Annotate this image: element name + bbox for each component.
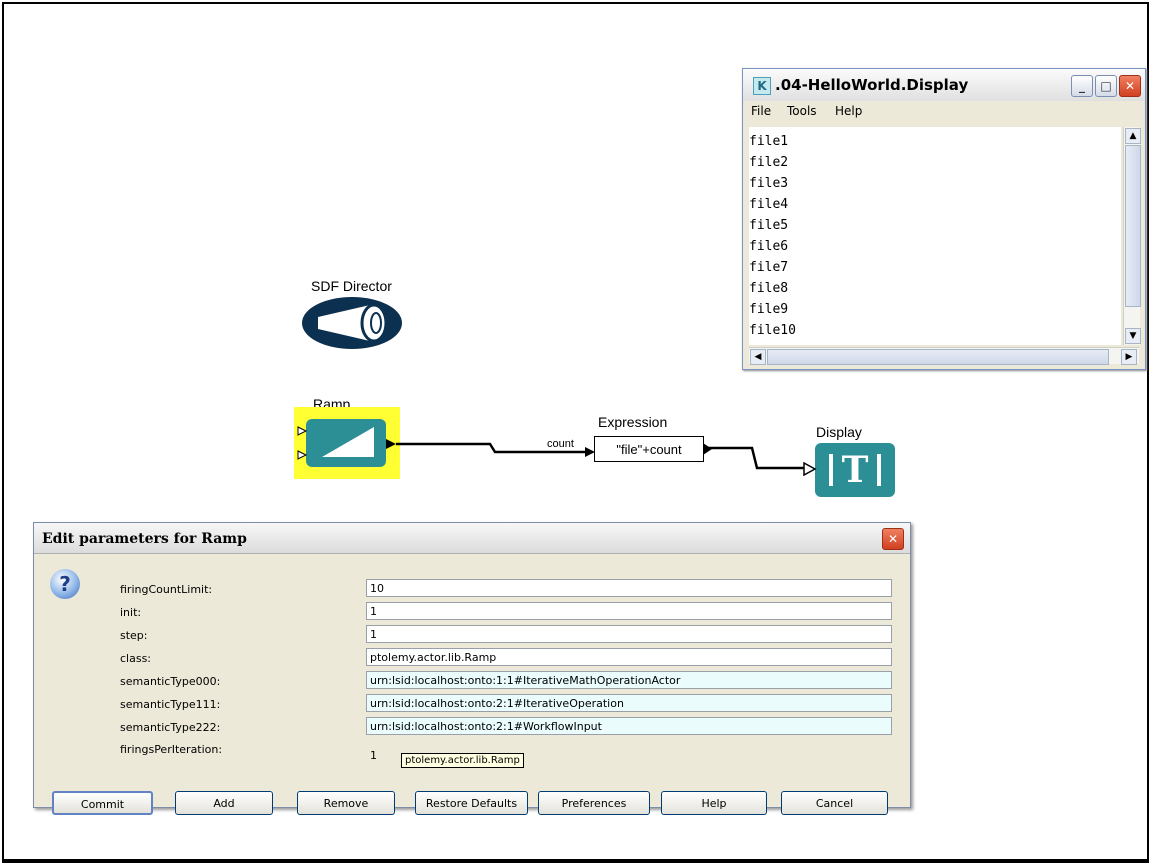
display-input-port[interactable]: [803, 462, 817, 476]
scroll-right-icon[interactable]: ▶: [1121, 349, 1137, 365]
close-button[interactable]: ✕: [1119, 75, 1141, 97]
dialog-titlebar[interactable]: Edit parameters for Ramp ✕: [34, 523, 910, 554]
output-line: file1: [749, 134, 789, 149]
output-line: file9: [749, 302, 789, 317]
output-line: file5: [749, 218, 789, 233]
expression-label: Expression: [598, 414, 668, 430]
cancel-button[interactable]: Cancel: [781, 791, 888, 815]
display-t-icon: T: [841, 449, 869, 491]
horizontal-scrollbar[interactable]: ◀ ▶: [749, 347, 1139, 365]
display-window[interactable]: K .04-HelloWorld.Display _ □ ✕ File Tool…: [742, 68, 1146, 370]
vertical-scroll-thumb[interactable]: [1125, 145, 1141, 307]
param-label-firingsperiteration: firingsPerIteration:: [120, 743, 223, 756]
horizontal-scroll-thumb[interactable]: [767, 349, 1109, 365]
output-line: file3: [749, 176, 789, 191]
display-bar-left: [829, 454, 833, 486]
kepler-logo-icon: K: [753, 77, 771, 95]
semantictype000-field[interactable]: urn:lsid:localhost:onto:1:1#IterativeMat…: [366, 671, 892, 689]
param-label-init: init:: [120, 606, 142, 619]
question-icon: ?: [50, 569, 80, 599]
output-line: file10: [749, 323, 796, 338]
help-button[interactable]: Help: [661, 791, 767, 815]
maximize-button[interactable]: □: [1095, 75, 1117, 97]
param-label-semantictype000: semanticType000:: [120, 675, 221, 688]
menu-help[interactable]: Help: [835, 104, 862, 118]
menu-bar: File Tools Help: [743, 101, 1145, 121]
minimize-button[interactable]: _: [1071, 75, 1093, 97]
output-line: file4: [749, 197, 789, 212]
param-label-firingcountlimit: firingCountLimit:: [120, 583, 213, 596]
expression-output-port[interactable]: [703, 443, 713, 455]
edit-parameters-dialog[interactable]: Edit parameters for Ramp ✕ ? firingCount…: [33, 522, 911, 815]
param-label-semantictype111: semanticType111:: [120, 698, 221, 711]
display-window-titlebar[interactable]: K .04-HelloWorld.Display _ □ ✕: [743, 69, 1145, 102]
restore-defaults-button[interactable]: Restore Defaults: [415, 791, 528, 815]
step-field[interactable]: 1: [366, 625, 892, 643]
display-actor[interactable]: T: [815, 443, 895, 497]
class-field[interactable]: ptolemy.actor.lib.Ramp: [366, 648, 892, 666]
count-port-label: count: [547, 438, 574, 450]
display-bar-right: [877, 454, 881, 486]
add-button[interactable]: Add: [175, 791, 273, 815]
display-window-title: .04-HelloWorld.Display: [775, 76, 969, 94]
dialog-title: Edit parameters for Ramp: [42, 531, 247, 547]
commit-button[interactable]: Commit: [52, 791, 153, 815]
scroll-left-icon[interactable]: ◀: [750, 349, 766, 365]
menu-file[interactable]: File: [751, 104, 771, 118]
semantictype222-field[interactable]: urn:lsid:localhost:onto:2:1#WorkflowInpu…: [366, 717, 892, 735]
display-label: Display: [816, 424, 862, 440]
firingcountlimit-field[interactable]: 10: [366, 579, 892, 597]
output-line: file6: [749, 239, 789, 254]
output-line: file2: [749, 155, 789, 170]
output-line: file8: [749, 281, 789, 296]
init-field[interactable]: 1: [366, 602, 892, 620]
param-label-class: class:: [120, 652, 152, 665]
preferences-button[interactable]: Preferences: [538, 791, 650, 815]
vertical-scrollbar[interactable]: ▲ ▼: [1123, 127, 1141, 345]
remove-button[interactable]: Remove: [297, 791, 395, 815]
scroll-up-icon[interactable]: ▲: [1125, 128, 1141, 144]
firingsperiteration-value: 1: [370, 749, 377, 762]
param-label-semantictype222: semanticType222:: [120, 721, 221, 734]
dialog-close-button[interactable]: ✕: [882, 528, 904, 550]
expression-actor[interactable]: "file"+count: [594, 436, 704, 462]
menu-tools[interactable]: Tools: [787, 104, 817, 118]
output-text-area[interactable]: file1 file2 file3 file4 file5 file6 file…: [749, 127, 1121, 345]
output-line: file7: [749, 260, 789, 275]
param-label-step: step:: [120, 629, 148, 642]
class-tooltip: ptolemy.actor.lib.Ramp: [401, 753, 524, 768]
semantictype111-field[interactable]: urn:lsid:localhost:onto:2:1#IterativeOpe…: [366, 694, 892, 712]
scroll-down-icon[interactable]: ▼: [1125, 328, 1141, 344]
